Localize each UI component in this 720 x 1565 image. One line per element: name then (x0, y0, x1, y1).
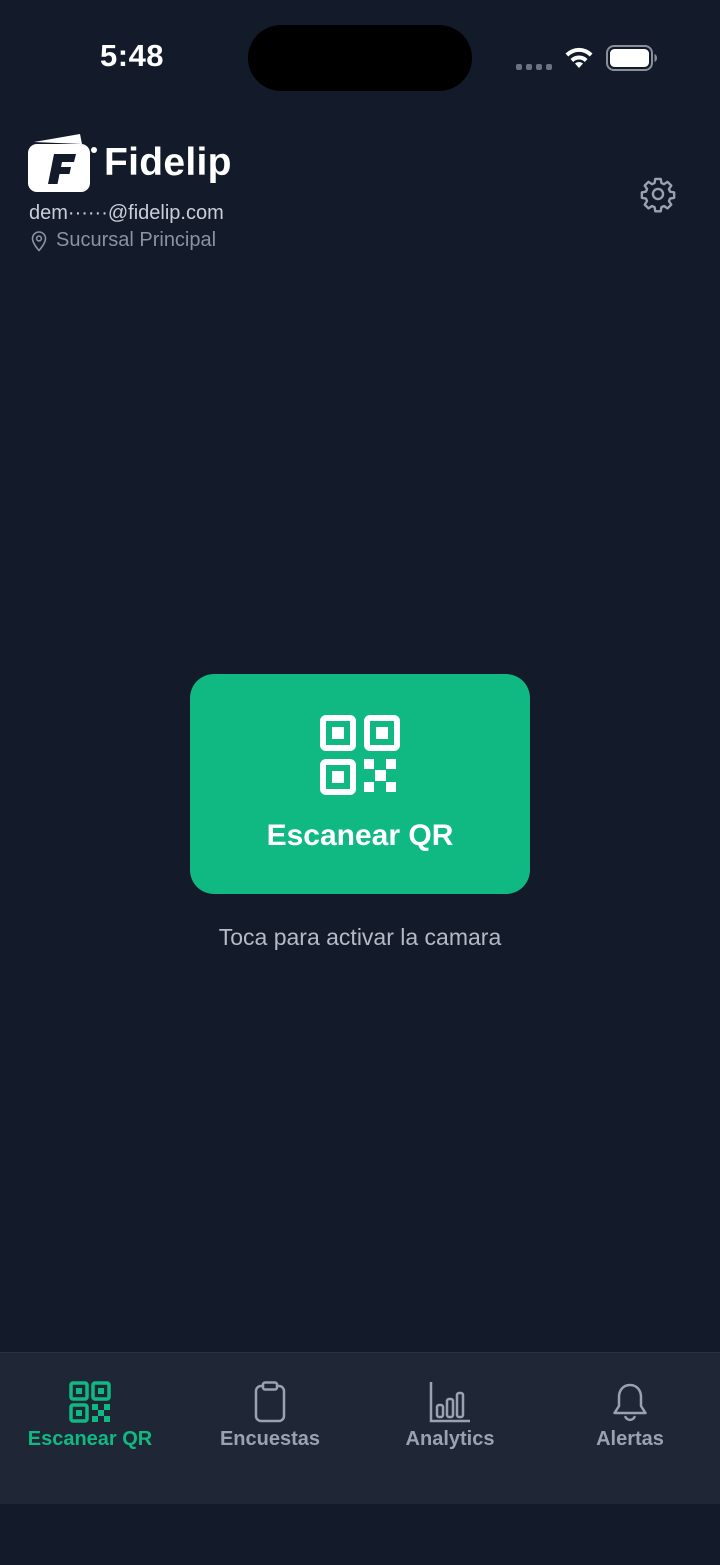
qr-code-icon (69, 1381, 111, 1423)
app-header: Fidelip dem······@fidelip.com Sucursal P… (28, 132, 692, 262)
wifi-icon (565, 47, 593, 68)
bell-icon (613, 1383, 647, 1422)
tab-escanear-qr[interactable]: Escanear QR (0, 1353, 180, 1504)
gear-icon (640, 177, 676, 213)
tab-label: Analytics (405, 1428, 495, 1450)
user-email: dem······@fidelip.com (29, 202, 224, 224)
status-bar: 5:48 (0, 0, 720, 110)
fidelip-logo-icon (28, 134, 97, 192)
scan-qr-button[interactable]: Escanear QR (190, 674, 530, 894)
clipboard-icon (254, 1381, 286, 1423)
location-pin-icon (31, 230, 47, 252)
branch-name: Sucursal Principal (56, 229, 217, 251)
scan-qr-label: Escanear QR (266, 819, 454, 852)
cellular-signal-icon (516, 64, 552, 70)
camera-hint-text: Toca para activar la camara (218, 924, 502, 950)
branch-location: Sucursal Principal (30, 229, 216, 252)
battery-icon (606, 45, 657, 71)
bar-chart-icon (429, 1382, 470, 1423)
tab-label: Escanear QR (27, 1428, 153, 1450)
tab-alertas[interactable]: Alertas (540, 1353, 720, 1504)
brand-logo: Fidelip (28, 132, 692, 194)
tab-encuestas[interactable]: Encuestas (180, 1353, 360, 1504)
tab-label: Encuestas (219, 1428, 321, 1450)
settings-button[interactable] (638, 174, 678, 214)
tab-analytics[interactable]: Analytics (360, 1353, 540, 1504)
dynamic-island (248, 25, 472, 91)
tab-label: Alertas (596, 1428, 664, 1450)
qr-code-icon (320, 715, 400, 795)
bottom-tab-bar: Escanear QR Encuestas Analytics Alertas (0, 1352, 720, 1504)
status-time: 5:48 (100, 38, 165, 73)
brand-name: Fidelip (104, 141, 232, 184)
